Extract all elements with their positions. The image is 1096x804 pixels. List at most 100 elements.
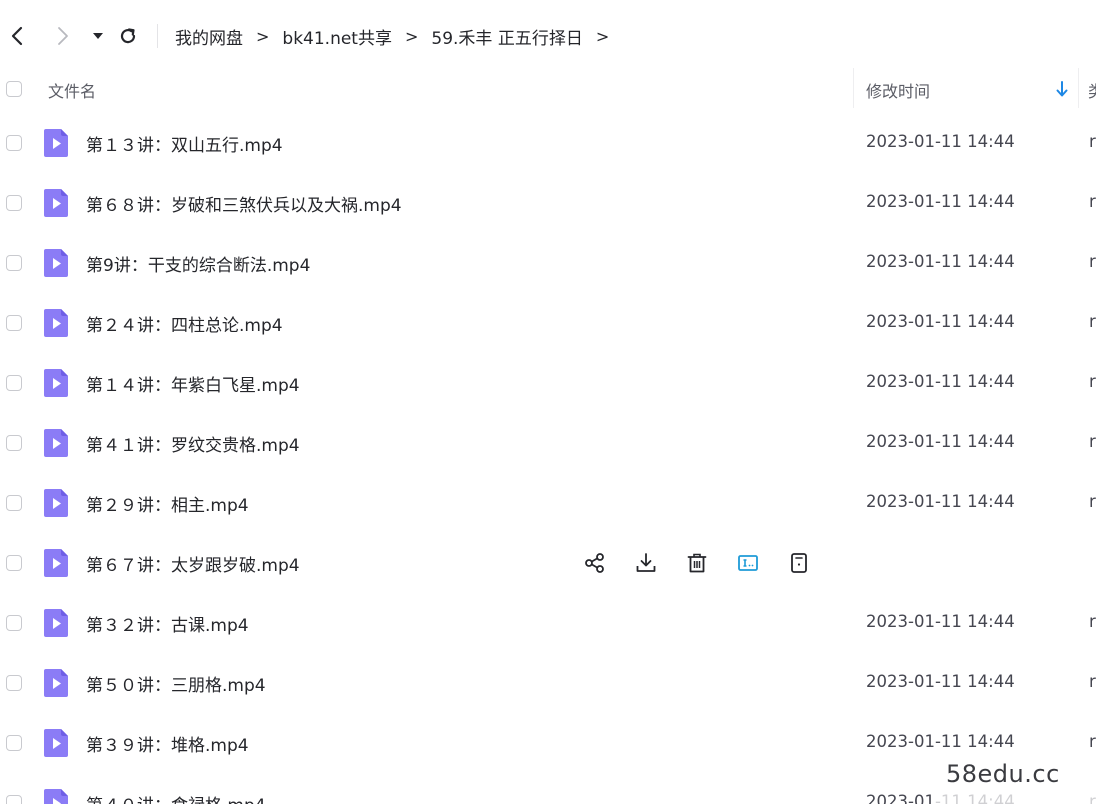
delete-button[interactable] bbox=[684, 550, 710, 576]
rename-icon bbox=[737, 552, 759, 574]
column-header-name[interactable]: 文件名 bbox=[48, 78, 96, 102]
column-divider[interactable] bbox=[1078, 68, 1079, 108]
file-modified-time: 2023-01-11 14:44 bbox=[866, 372, 1015, 391]
row-checkbox[interactable] bbox=[6, 375, 22, 391]
row-checkbox[interactable] bbox=[6, 255, 22, 271]
file-row[interactable]: 第３９讲：堆格.mp4 2023-01-11 14:44 r bbox=[0, 713, 1096, 773]
file-modified-time: 2023-01-11 14:44 bbox=[866, 252, 1015, 271]
row-checkbox[interactable] bbox=[6, 435, 22, 451]
row-action-toolbar bbox=[582, 549, 837, 577]
breadcrumb-separator: > bbox=[256, 26, 270, 46]
file-name[interactable]: 第４０讲：食禄格.mp4 bbox=[86, 791, 266, 804]
row-checkbox[interactable] bbox=[6, 495, 22, 511]
file-row[interactable]: 第１３讲：双山五行.mp4 2023-01-11 14:44 r bbox=[0, 113, 1096, 173]
navigation-bar: 我的网盘 > bk41.net共享 > 59.禾丰 正五行择日 > bbox=[0, 0, 1096, 72]
file-row[interactable]: 第２９讲：相主.mp4 2023-01-11 14:44 r bbox=[0, 473, 1096, 533]
file-type-cell: r bbox=[1089, 432, 1096, 451]
file-row[interactable]: 第１４讲：年紫白飞星.mp4 2023-01-11 14:44 r bbox=[0, 353, 1096, 413]
row-checkbox[interactable] bbox=[6, 135, 22, 151]
file-row[interactable]: 第9讲：干支的综合断法.mp4 2023-01-11 14:44 r bbox=[0, 233, 1096, 293]
file-name[interactable]: 第３２讲：古课.mp4 bbox=[86, 611, 249, 636]
file-type-cell: r bbox=[1089, 252, 1096, 271]
file-type-cell: r bbox=[1089, 132, 1096, 151]
file-name[interactable]: 第２４讲：四柱总论.mp4 bbox=[86, 311, 283, 336]
breadcrumb-separator: > bbox=[404, 26, 419, 46]
video-file-icon bbox=[44, 309, 68, 337]
file-name[interactable]: 第５０讲：三朋格.mp4 bbox=[86, 671, 266, 696]
file-modified-time: 2023-01-11 14:44 bbox=[866, 612, 1015, 631]
file-modified-time: 2023-01-11 14:44 bbox=[866, 432, 1015, 451]
row-checkbox[interactable] bbox=[6, 675, 22, 691]
video-file-icon bbox=[44, 669, 68, 697]
column-divider[interactable] bbox=[853, 68, 854, 108]
file-row[interactable]: 第６７讲：太岁跟岁破.mp4 bbox=[0, 533, 1096, 593]
sort-descending-icon[interactable] bbox=[1055, 80, 1069, 98]
row-checkbox[interactable] bbox=[6, 735, 22, 751]
file-row[interactable]: 第４０讲：食禄格.mp42023-01-11 14:44r bbox=[0, 773, 1096, 804]
video-file-icon bbox=[44, 249, 68, 277]
file-modified-time: 2023-01-11 14:44 bbox=[866, 732, 1015, 751]
history-dropdown-button[interactable] bbox=[84, 22, 112, 50]
row-checkbox[interactable] bbox=[6, 195, 22, 211]
column-header-type[interactable]: 类 bbox=[1088, 78, 1096, 102]
file-type-cell: r bbox=[1089, 612, 1096, 631]
download-button[interactable] bbox=[633, 550, 659, 576]
breadcrumb-item-share[interactable]: bk41.net共享 bbox=[282, 24, 392, 49]
column-header-modified-time[interactable]: 修改时间 bbox=[866, 78, 930, 102]
breadcrumb-item-current[interactable]: 59.禾丰 正五行择日 bbox=[431, 24, 582, 49]
caret-down-icon bbox=[93, 33, 103, 39]
file-modified-time: 2023-01-11 14:44 bbox=[866, 492, 1015, 511]
file-row[interactable]: 第６８讲：岁破和三煞伏兵以及大祸.mp4 2023-01-11 14:44 r bbox=[0, 173, 1096, 233]
file-name[interactable]: 第１３讲：双山五行.mp4 bbox=[86, 131, 283, 156]
file-modified-time: 2023-01-11 14:44 bbox=[866, 312, 1015, 331]
back-button[interactable] bbox=[4, 22, 32, 50]
row-checkbox[interactable] bbox=[6, 315, 22, 331]
file-name[interactable]: 第9讲：干支的综合断法.mp4 bbox=[86, 251, 310, 276]
file-row[interactable]: 第２４讲：四柱总论.mp4 2023-01-11 14:44 r bbox=[0, 293, 1096, 353]
file-name[interactable]: 第４１讲：罗纹交贵格.mp4 bbox=[86, 431, 300, 456]
forward-button[interactable] bbox=[48, 22, 76, 50]
share-button[interactable] bbox=[582, 550, 608, 576]
file-name[interactable]: 第２９讲：相主.mp4 bbox=[86, 491, 249, 516]
chevron-left-icon bbox=[11, 26, 23, 46]
video-file-icon bbox=[44, 729, 68, 757]
delete-icon bbox=[686, 552, 708, 574]
file-modified-time: 2023-01-11 14:44 bbox=[866, 672, 1015, 691]
row-checkbox[interactable] bbox=[6, 615, 22, 631]
select-all-checkbox[interactable] bbox=[6, 81, 22, 97]
file-modified-time: 2023-01-11 14:44 bbox=[866, 132, 1015, 151]
file-type-cell: r bbox=[1089, 672, 1096, 691]
row-checkbox[interactable] bbox=[6, 555, 22, 571]
file-type-cell: r bbox=[1089, 372, 1096, 391]
more-info-icon bbox=[788, 552, 810, 574]
video-file-icon bbox=[44, 609, 68, 637]
file-type-cell: r bbox=[1089, 192, 1096, 211]
refresh-button[interactable] bbox=[114, 22, 142, 50]
file-list: 第１３讲：双山五行.mp4 2023-01-11 14:44 r 第６８讲：岁破和三煞… bbox=[0, 113, 1096, 804]
video-file-icon bbox=[44, 789, 68, 804]
video-file-icon bbox=[44, 549, 68, 577]
file-name[interactable]: 第３９讲：堆格.mp4 bbox=[86, 731, 249, 756]
video-file-icon bbox=[44, 129, 68, 157]
breadcrumb: 我的网盘 > bk41.net共享 > 59.禾丰 正五行择日 > bbox=[175, 22, 622, 50]
breadcrumb-item-root[interactable]: 我的网盘 bbox=[175, 24, 243, 49]
file-name[interactable]: 第１４讲：年紫白飞星.mp4 bbox=[86, 371, 300, 396]
file-type-cell: r bbox=[1089, 492, 1096, 511]
video-file-icon bbox=[44, 429, 68, 457]
more-info-button[interactable] bbox=[786, 550, 812, 576]
file-name[interactable]: 第６７讲：太岁跟岁破.mp4 bbox=[86, 551, 300, 576]
watermark-text: 58edu.cc bbox=[946, 760, 1060, 788]
breadcrumb-separator: > bbox=[595, 26, 610, 46]
row-checkbox[interactable] bbox=[6, 795, 22, 804]
chevron-right-icon bbox=[58, 27, 68, 45]
file-row[interactable]: 第５０讲：三朋格.mp4 2023-01-11 14:44 r bbox=[0, 653, 1096, 713]
file-row[interactable]: 第３２讲：古课.mp4 2023-01-11 14:44 r bbox=[0, 593, 1096, 653]
video-file-icon bbox=[44, 489, 68, 517]
rename-button[interactable] bbox=[735, 550, 761, 576]
video-file-icon bbox=[44, 189, 68, 217]
refresh-icon bbox=[120, 28, 136, 44]
file-name[interactable]: 第６８讲：岁破和三煞伏兵以及大祸.mp4 bbox=[86, 191, 402, 216]
download-icon bbox=[635, 552, 657, 574]
file-row[interactable]: 第４１讲：罗纹交贵格.mp4 2023-01-11 14:44 r bbox=[0, 413, 1096, 473]
share-icon bbox=[584, 552, 606, 574]
